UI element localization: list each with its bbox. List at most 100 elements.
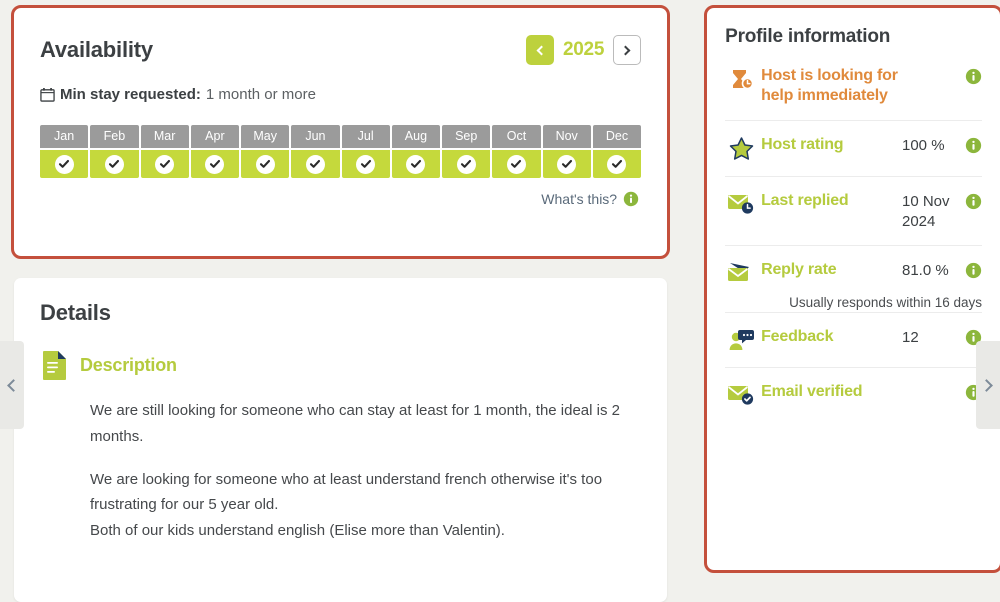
check-icon <box>104 154 124 174</box>
availability-title: Availability <box>40 37 153 62</box>
month-availability-cell[interactable] <box>291 150 340 178</box>
check-icon <box>155 154 175 174</box>
month-header: May <box>241 125 290 148</box>
profile-row-label: Email verified <box>761 383 863 400</box>
prev-listing-nav[interactable] <box>0 341 24 429</box>
check-icon <box>356 154 376 174</box>
month-availability-cell[interactable] <box>492 150 541 178</box>
month-header: Jun <box>291 125 340 148</box>
month-availability-cell[interactable] <box>190 150 240 178</box>
profile-row-value: 12 <box>902 329 919 346</box>
profile-row-label: Feedback <box>761 328 834 345</box>
profile-information-title: Profile information <box>725 26 891 47</box>
next-listing-nav[interactable] <box>976 341 1000 429</box>
chevron-right-icon <box>620 45 631 55</box>
month-header: Aug <box>391 125 441 148</box>
description-header: Description <box>40 348 641 382</box>
profile-row-value: 10 Nov 2024 <box>902 193 950 230</box>
months-grid: Jan Feb Mar Apr May Jun Jul Aug Sep Oct Nov Dec <box>40 125 642 178</box>
calendar-icon <box>40 87 55 102</box>
month-availability-cell[interactable] <box>442 150 491 178</box>
whats-this-row: What's this? <box>40 191 641 207</box>
right-column: Profile information Host is looking for … <box>704 5 1000 602</box>
profile-row: Host is looking for help immediately <box>725 54 982 120</box>
next-year-button[interactable] <box>613 35 642 65</box>
prev-year-button[interactable] <box>526 35 555 65</box>
profile-row: Reply rate 81.0 % <box>725 245 982 299</box>
month-availability-cell[interactable] <box>391 150 441 178</box>
month-header: Jan <box>40 125 89 148</box>
feedback-icon <box>725 327 757 353</box>
envelope-send-icon <box>725 260 757 285</box>
profile-row-value: 100 % <box>902 137 945 154</box>
description-body: We are still looking for someone who can… <box>90 398 641 544</box>
info-icon[interactable] <box>964 191 982 210</box>
envelope-clock-icon <box>725 191 757 216</box>
check-icon <box>557 154 577 174</box>
profile-row: Host rating 100 % <box>725 120 982 176</box>
year-navigator: 2025 <box>526 35 642 65</box>
availability-card: Availability 2025 Min stay requested: 1 … <box>10 5 671 259</box>
profile-row-label: Host rating <box>761 136 844 153</box>
check-icon <box>255 154 275 174</box>
min-stay-label: Min stay requested: <box>60 86 201 103</box>
info-icon[interactable] <box>964 135 982 154</box>
details-card: Details Description We are still looking… <box>14 278 668 602</box>
profile-row: Feedback 12 <box>725 312 982 367</box>
details-title: Details <box>40 300 111 325</box>
month-header: Mar <box>140 125 189 148</box>
profile-row-value <box>902 66 964 67</box>
month-availability-cell[interactable] <box>592 150 642 178</box>
month-header: Oct <box>492 125 541 148</box>
check-icon <box>506 154 526 174</box>
min-stay-row: Min stay requested: 1 month or more <box>40 86 641 103</box>
left-column: Availability 2025 Min stay requested: 1 … <box>10 5 671 602</box>
profile-row-label: Host is looking for help immediately <box>761 67 898 104</box>
check-icon <box>456 154 476 174</box>
month-availability-cell[interactable] <box>140 150 189 178</box>
page-root: Availability 2025 Min stay requested: 1 … <box>0 0 1000 602</box>
current-year-label: 2025 <box>563 39 605 60</box>
profile-row-value: 81.0 % <box>902 262 949 279</box>
month-availability-cell[interactable] <box>542 150 591 178</box>
profile-rows: Host is looking for help immediately Host… <box>725 54 982 421</box>
description-paragraph: We are looking for someone who at least … <box>90 467 641 544</box>
month-availability-cell[interactable] <box>90 150 139 178</box>
profile-information-card: Profile information Host is looking for … <box>704 5 1000 573</box>
month-header: Apr <box>190 125 240 148</box>
month-header: Sep <box>442 125 491 148</box>
profile-row-label: Last replied <box>761 192 849 209</box>
check-icon <box>305 154 325 174</box>
whats-this-link[interactable]: What's this? <box>541 191 617 207</box>
profile-row: Last replied 10 Nov 2024 <box>725 176 982 245</box>
document-icon <box>43 351 66 380</box>
check-icon <box>205 154 225 174</box>
profile-row-label: Reply rate <box>761 261 837 278</box>
month-header: Feb <box>90 125 139 148</box>
info-icon[interactable] <box>964 260 982 279</box>
description-paragraph: We are still looking for someone who can… <box>90 402 620 445</box>
check-icon <box>54 154 74 174</box>
profile-row-value <box>902 382 964 383</box>
chevron-left-icon <box>536 45 547 55</box>
hourglass-clock-icon <box>725 66 757 93</box>
profile-row: Email verified <box>725 367 982 421</box>
min-stay-value: 1 month or more <box>205 86 316 103</box>
month-header: Jul <box>341 125 390 148</box>
chevron-right-icon <box>980 378 993 392</box>
month-availability-cell[interactable] <box>341 150 390 178</box>
envelope-verified-icon <box>725 382 757 407</box>
month-availability-cell[interactable] <box>40 150 89 178</box>
month-header: Nov <box>542 125 591 148</box>
chevron-left-icon <box>7 378 20 392</box>
star-icon <box>725 135 757 162</box>
availability-header: Availability 2025 <box>40 30 642 70</box>
description-label: Description <box>80 354 177 375</box>
description-line: Both of our kids understand english (Eli… <box>90 522 505 540</box>
info-icon[interactable] <box>623 191 639 207</box>
check-icon <box>607 154 627 174</box>
month-availability-cell[interactable] <box>241 150 290 178</box>
check-icon <box>406 154 426 174</box>
month-header: Dec <box>592 125 642 148</box>
info-icon[interactable] <box>964 66 982 85</box>
